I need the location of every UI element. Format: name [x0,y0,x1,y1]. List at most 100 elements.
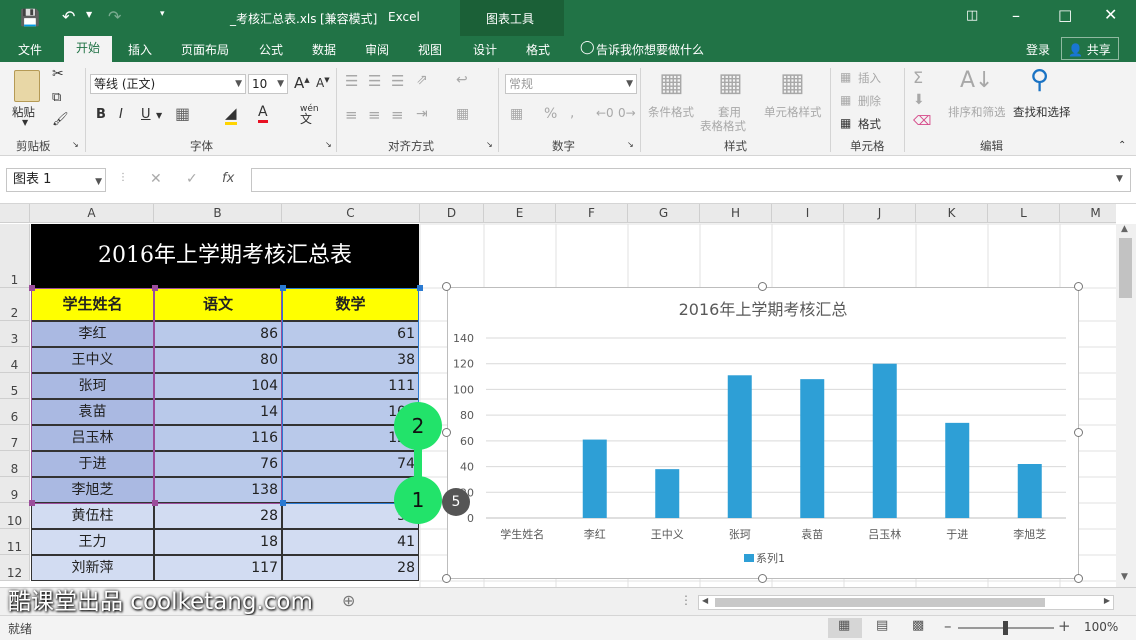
share-button[interactable]: 👤 共享 [1061,37,1119,60]
row-header-3[interactable]: 3 [0,321,30,347]
table-cell[interactable]: 18 [154,529,282,555]
search-icon[interactable]: ⚲ [1030,65,1049,95]
redo-icon[interactable]: ↷ [108,7,121,26]
save-icon[interactable]: 💾 [20,8,40,27]
percent-button[interactable]: % [544,106,557,122]
scroll-right-icon[interactable]: ▶ [1104,596,1110,605]
tell-me-search[interactable]: 告诉我你想要做什么 [596,41,704,58]
range-handle[interactable] [417,285,423,291]
indent-icon[interactable]: ⇥ [416,106,428,122]
resize-handle[interactable] [442,574,451,583]
column-header-I[interactable]: I [772,204,844,223]
delete-cells-icon[interactable]: ▦ [840,93,851,107]
minimize-icon[interactable]: – [1012,6,1020,25]
row-header-10[interactable]: 10 [0,503,30,529]
scroll-up-icon[interactable]: ▲ [1121,224,1128,234]
conditional-format-button[interactable]: 条件格式 [648,104,694,120]
table-cell[interactable]: 28 [282,555,419,581]
resize-handle[interactable] [1074,428,1083,437]
column-header-A[interactable]: A [30,204,154,223]
row-header-8[interactable]: 8 [0,451,30,477]
maximize-icon[interactable]: □ [1058,6,1072,24]
copy-icon[interactable]: ⧉ [52,90,61,105]
font-launcher-icon[interactable]: ↘ [325,140,332,149]
table-cell[interactable]: 41 [282,529,419,555]
find-select-button[interactable]: 查找和选择 [1013,104,1071,120]
format-painter-icon[interactable]: 🖌 [52,112,69,127]
merge-center-icon[interactable]: ▦ [456,106,469,122]
insert-cells-button[interactable]: 插入 [858,70,881,86]
align-middle-icon[interactable]: ☰ [368,72,381,90]
fill-color-icon[interactable]: ◢ [225,104,237,125]
undo-icon[interactable]: ↶ [62,7,75,26]
clipboard-launcher-icon[interactable]: ↘ [72,140,79,149]
tab-design[interactable]: 设计 [473,41,497,58]
row-header-11[interactable]: 11 [0,529,30,555]
scroll-down-icon[interactable]: ▼ [1121,572,1128,582]
column-header-C[interactable]: C [282,204,420,223]
chart-bar[interactable] [655,469,680,518]
zoom-in-icon[interactable]: + [1058,617,1071,635]
chart-bar[interactable] [945,422,970,518]
chart-bar[interactable] [872,363,897,518]
decrease-font-icon[interactable]: A▼ [316,76,330,90]
align-bottom-icon[interactable]: ☰ [391,72,404,90]
range-handle[interactable] [280,500,286,506]
bold-button[interactable]: B [96,107,106,122]
vertical-scroll-thumb[interactable] [1119,238,1132,298]
range-handle[interactable] [152,285,158,291]
column-header-B[interactable]: B [154,204,282,223]
delete-cells-button[interactable]: 删除 [858,93,881,109]
row-header-2[interactable]: 2 [0,288,30,321]
chart-bar[interactable] [800,379,825,518]
tab-insert[interactable]: 插入 [128,41,152,58]
expand-formula-icon[interactable]: ▼ [1116,174,1123,184]
row-header-9[interactable]: 9 [0,477,30,503]
tab-data[interactable]: 数据 [312,41,336,58]
fill-icon[interactable]: ⬇ [913,92,925,108]
collapse-ribbon-icon[interactable]: ⌃ [1118,140,1126,151]
chart-bar[interactable] [582,439,607,518]
table-cell[interactable]: 刘新萍 [31,555,154,581]
resize-handle[interactable] [442,428,451,437]
table-cell[interactable]: 117 [154,555,282,581]
number-launcher-icon[interactable]: ↘ [627,140,634,149]
cell-style-button[interactable]: 单元格样式 [764,104,822,120]
paste-icon[interactable] [14,70,40,102]
font-size-combo[interactable]: 10 ▼ [248,74,288,94]
format-cells-icon[interactable]: ▦ [840,116,851,130]
font-color-icon[interactable]: A [258,104,268,123]
conditional-format-icon[interactable]: ▦ [659,68,684,98]
cell-style-icon[interactable]: ▦ [780,68,805,98]
zoom-level[interactable]: 100% [1084,620,1118,634]
increase-font-icon[interactable]: A▲ [294,74,310,92]
column-header-E[interactable]: E [484,204,556,223]
tab-formulas[interactable]: 公式 [259,41,283,58]
column-header-K[interactable]: K [916,204,988,223]
wrap-text-icon[interactable]: ↩ [456,72,468,88]
sort-filter-button[interactable]: 排序和筛选 [948,104,1006,120]
table-format-icon[interactable]: ▦ [718,68,743,98]
row-header-12[interactable]: 12 [0,555,30,581]
border-icon[interactable]: ▦ [175,104,190,123]
column-header-L[interactable]: L [988,204,1060,223]
cut-icon[interactable]: ✂ [52,66,64,82]
add-sheet-icon[interactable]: ⊕ [342,591,355,610]
chart-bar[interactable] [727,375,752,518]
currency-icon[interactable]: ▦ [510,106,523,122]
resize-handle[interactable] [1074,282,1083,291]
range-handle[interactable] [29,285,35,291]
autosum-icon[interactable]: Σ [913,68,923,87]
column-header-G[interactable]: G [628,204,700,223]
decrease-decimal-icon[interactable]: 0→ [618,106,636,120]
horizontal-scroll-thumb[interactable] [715,598,1045,607]
increase-decimal-icon[interactable]: ←0 [596,106,614,120]
tab-file[interactable]: 文件 [18,41,42,58]
comma-icon[interactable]: ‚ [570,106,574,121]
row-header-7[interactable]: 7 [0,425,30,451]
font-name-combo[interactable]: 等线 (正文) ▼ [90,74,246,94]
legend-entry[interactable]: 系列1 [756,550,785,566]
underline-button[interactable]: U [141,107,151,122]
select-all-corner[interactable] [0,204,30,223]
table-cell[interactable]: 黄伍柱 [31,503,154,529]
